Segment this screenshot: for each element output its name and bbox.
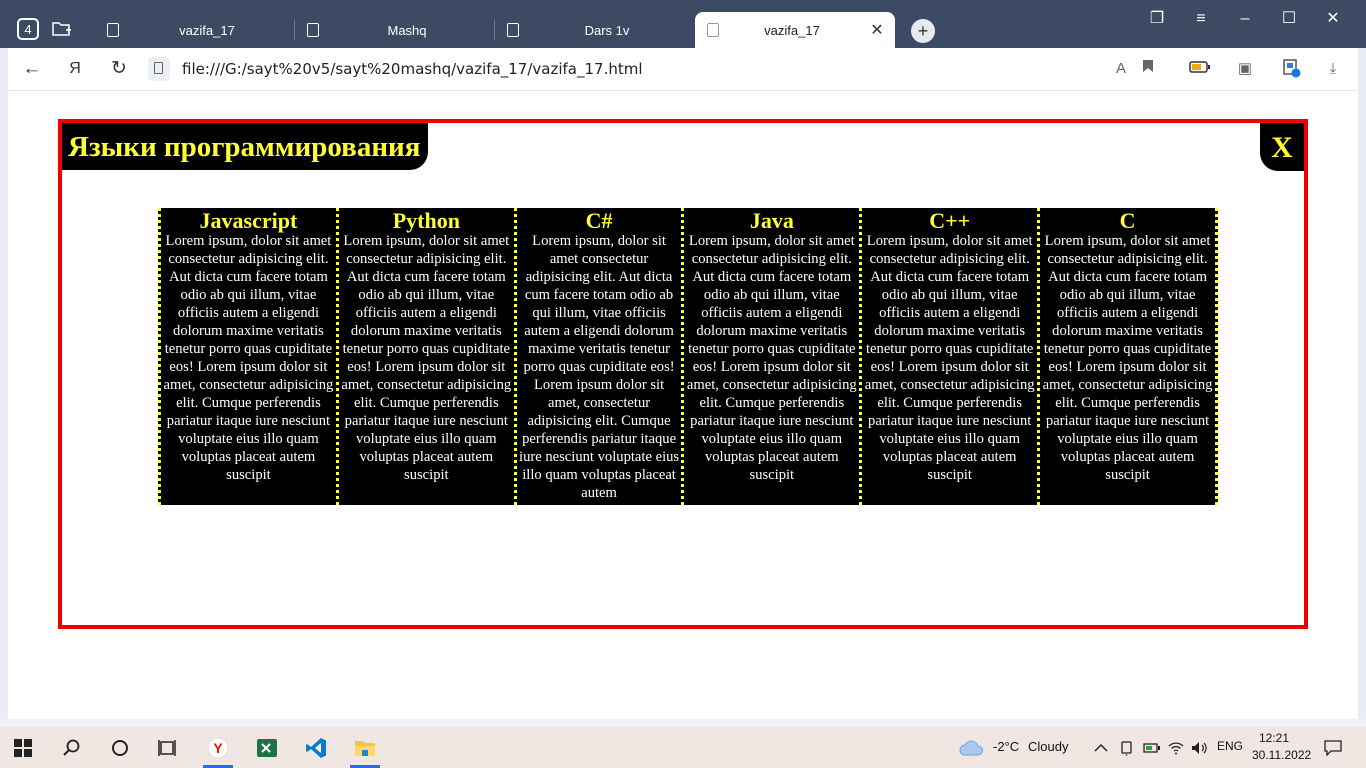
tab-title: vazifa_17 — [764, 22, 820, 38]
tab-3[interactable]: Dars 1v — [495, 12, 695, 48]
language-column: C Lorem ipsum, dolor sit amet consectetu… — [1040, 208, 1218, 505]
page-viewport: Языки программирования X Javascript Lore… — [8, 91, 1358, 719]
extension-icon[interactable] — [1281, 58, 1303, 80]
column-title: C — [1119, 208, 1136, 233]
language-column: C# Lorem ipsum, dolor sit amet consectet… — [517, 208, 685, 505]
close-button[interactable]: X — [1260, 123, 1304, 171]
close-icon[interactable]: ✕ — [1313, 6, 1353, 32]
page-favicon-icon — [307, 23, 319, 37]
task-view-icon[interactable] — [151, 733, 185, 763]
folder-add-icon[interactable] — [48, 15, 76, 43]
column-text: Lorem ipsum, dolor sit amet consectetur … — [341, 233, 512, 483]
vscode-icon[interactable] — [299, 733, 333, 763]
download-icon[interactable]: ⤓ — [1322, 58, 1344, 80]
language-indicator[interactable]: ENG — [1217, 739, 1243, 753]
column-title: Python — [392, 208, 460, 233]
column-text: Lorem ipsum, dolor sit amet consectetur … — [1042, 233, 1213, 483]
weather-text: Cloudy — [1028, 739, 1069, 754]
page-favicon-icon — [507, 23, 519, 37]
menu-icon[interactable]: ≡ — [1181, 6, 1221, 32]
bookmarks-icon[interactable]: ❐ — [1137, 6, 1177, 32]
back-icon[interactable]: ← — [19, 56, 45, 82]
page-info-icon[interactable] — [148, 57, 170, 81]
page-favicon-icon — [107, 23, 119, 37]
column-title: C# — [585, 208, 613, 233]
svg-text:Y: Y — [213, 740, 223, 756]
tab-4-active[interactable]: vazifa_17 ✕ — [695, 12, 895, 48]
collections-icon[interactable]: ▣ — [1234, 58, 1256, 80]
chevron-up-icon[interactable] — [1086, 733, 1116, 763]
clock[interactable]: 12:21 30.11.2022 — [1252, 730, 1312, 764]
wifi-icon[interactable] — [1163, 733, 1189, 763]
translate-icon[interactable]: A — [1110, 58, 1132, 80]
yandex-icon[interactable]: Я — [62, 56, 88, 82]
reload-icon[interactable]: ↻ — [106, 56, 132, 82]
yandex-browser-icon[interactable]: Y — [201, 733, 235, 768]
window-edge — [0, 719, 1366, 727]
tab-1[interactable]: vazifa_17 — [95, 12, 295, 48]
tab-title: Mashq — [387, 22, 427, 38]
excel-icon[interactable] — [250, 733, 284, 763]
address-bar: ← Я ↻ file:///G:/sayt%20v5/sayt%20mashq/… — [8, 48, 1358, 91]
column-text: Lorem ipsum, dolor sit amet consectetur … — [864, 233, 1035, 483]
column-text: Lorem ipsum, dolor sit amet consectetur … — [163, 233, 334, 483]
file-explorer-icon[interactable] — [348, 733, 382, 768]
plus-icon[interactable]: + — [911, 19, 935, 43]
tab-title: vazifa_17 — [179, 22, 235, 38]
clock-time: 12:21 — [1258, 731, 1290, 745]
maximize-icon[interactable]: ☐ — [1269, 6, 1309, 32]
language-column: Javascript Lorem ipsum, dolor sit amet c… — [158, 208, 339, 505]
bookmark-icon[interactable] — [1137, 58, 1159, 80]
page-title: Языки программирования — [62, 123, 429, 170]
browser-tab-strip: 4 vazifa_17 Mashq Dars 1v vazifa_17 ✕ + … — [0, 0, 1366, 48]
column-title: C++ — [929, 208, 971, 233]
minimize-icon[interactable]: – — [1225, 6, 1265, 32]
cloud-icon — [955, 733, 989, 763]
search-icon[interactable] — [55, 733, 89, 763]
language-column: C++ Lorem ipsum, dolor sit amet consecte… — [862, 208, 1041, 505]
battery-icon[interactable] — [1189, 58, 1211, 80]
language-column: Java Lorem ipsum, dolor sit amet consect… — [684, 208, 863, 505]
close-icon[interactable]: ✕ — [865, 20, 889, 40]
language-column: Python Lorem ipsum, dolor sit amet conse… — [339, 208, 517, 505]
notifications-icon[interactable] — [1316, 733, 1350, 763]
tab-2[interactable]: Mashq — [295, 12, 495, 48]
language-columns: Javascript Lorem ipsum, dolor sit amet c… — [158, 208, 1218, 505]
volume-icon[interactable] — [1187, 733, 1213, 763]
tab-counter-icon: 4 — [17, 18, 39, 40]
device-icon[interactable] — [1114, 733, 1140, 763]
page-favicon-icon — [707, 23, 719, 37]
cortana-icon[interactable] — [103, 733, 137, 763]
weather-temperature: -2°C — [993, 739, 1020, 754]
column-title: Java — [749, 208, 794, 233]
column-text: Lorem ipsum, dolor sit amet consectetur … — [519, 233, 680, 501]
red-frame: Языки программирования X Javascript Lore… — [58, 119, 1308, 629]
url-field[interactable]: file:///G:/sayt%20v5/sayt%20mashq/vazifa… — [182, 60, 643, 78]
windows-start-icon[interactable] — [6, 733, 40, 763]
tab-counter-button[interactable]: 4 — [14, 15, 42, 43]
battery-status-icon[interactable] — [1139, 733, 1165, 763]
tab-title: Dars 1v — [584, 22, 630, 38]
column-title: Javascript — [199, 208, 298, 233]
taskbar: Y -2°C Cloudy ENG 12:21 30.11.2022 — [0, 727, 1366, 768]
column-text: Lorem ipsum, dolor sit amet consectetur … — [686, 233, 857, 483]
clock-date: 30.11.2022 — [1252, 748, 1312, 762]
